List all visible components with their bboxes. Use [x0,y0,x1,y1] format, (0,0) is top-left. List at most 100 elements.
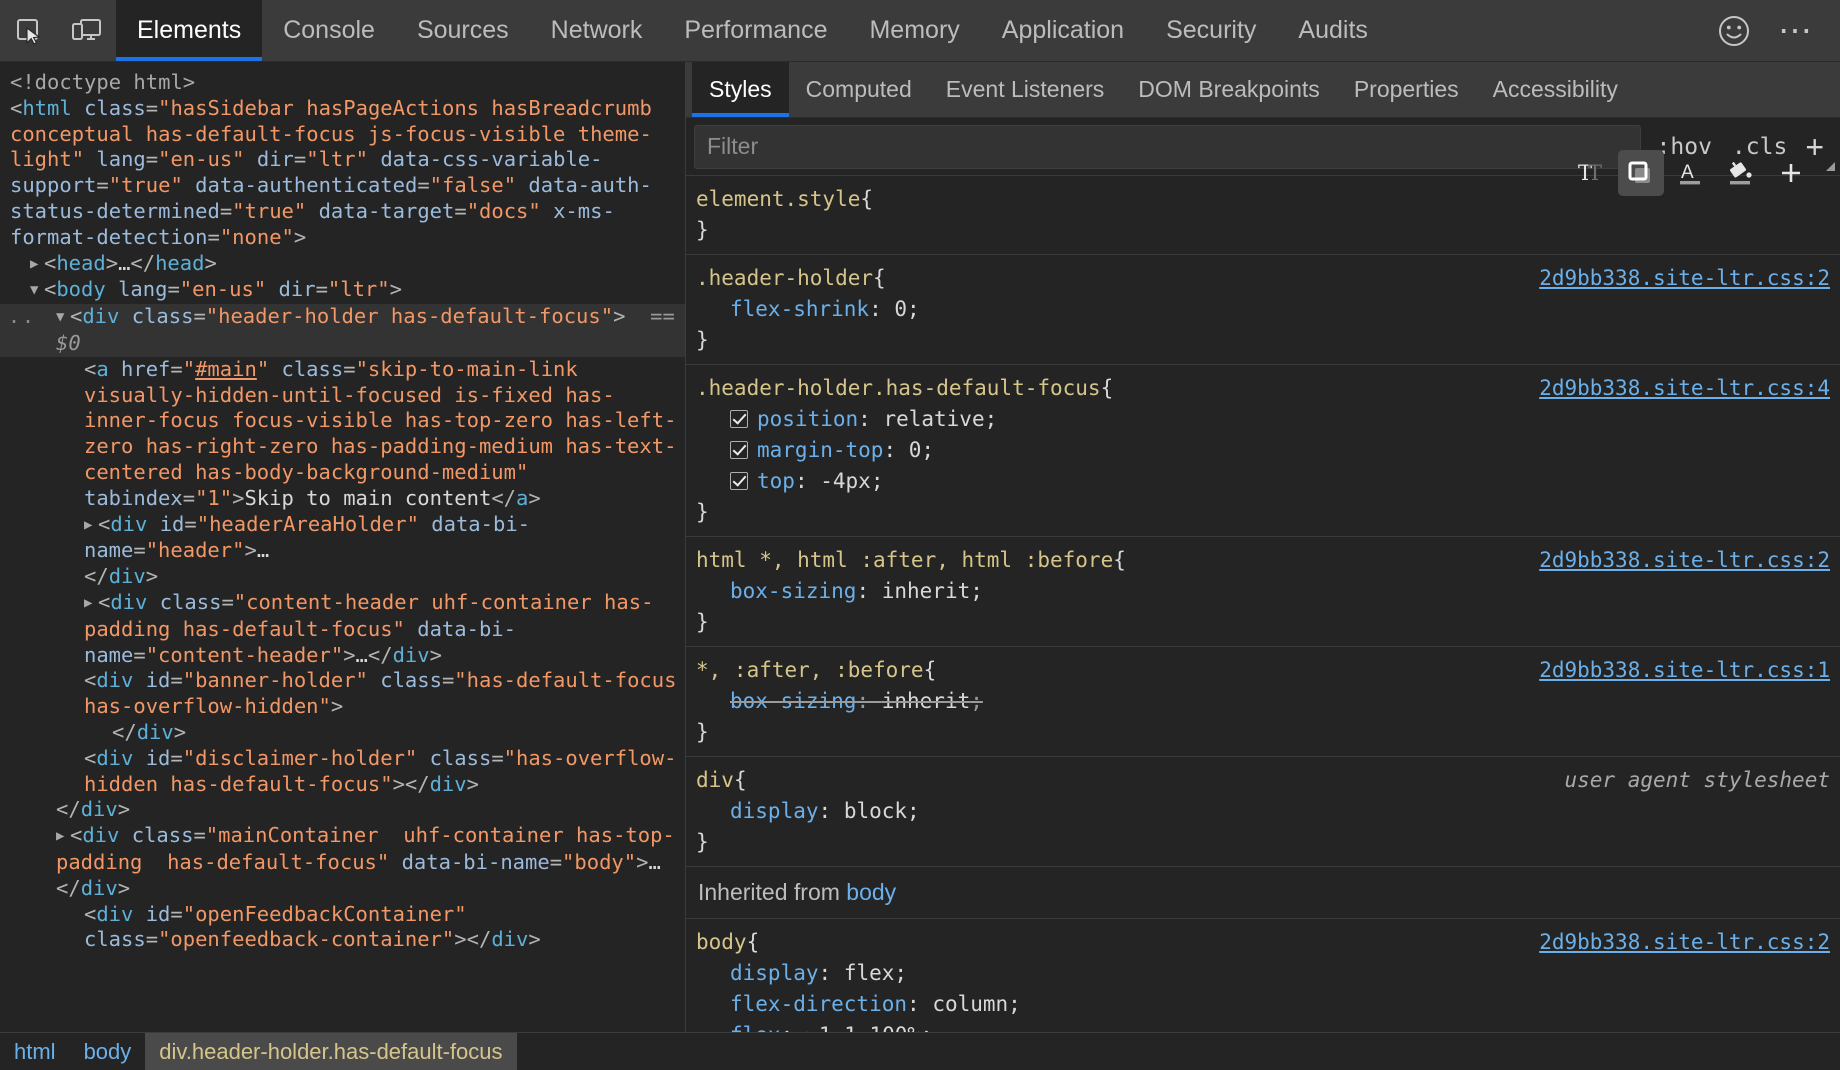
css-property-value[interactable]: column [932,992,1008,1016]
css-declaration[interactable]: box-sizing: inherit; [696,686,1830,717]
css-property-name[interactable]: top [757,469,795,493]
device-toolbar-icon[interactable] [58,0,116,61]
css-selector[interactable]: .header-holder.has-default-focus [696,373,1101,404]
css-property-value[interactable]: -4px [820,469,871,493]
css-selector[interactable]: *, :after, :before [696,655,924,686]
expand-shorthand-arrow-icon[interactable]: ▶ [807,1020,816,1032]
css-selector[interactable]: body [696,927,747,958]
css-rule[interactable]: div {user agent stylesheetdisplay: block… [686,757,1840,867]
dom-node[interactable]: ▶<div id="headerAreaHolder" data-bi-name… [0,512,685,565]
sidebar-tab-accessibility[interactable]: Accessibility [1476,62,1635,117]
expand-arrow-open-icon[interactable]: ▼ [30,278,44,304]
css-rule-origin-link[interactable]: 2d9bb338.site-ltr.css:1 [1539,655,1830,686]
css-property-name[interactable]: display [730,799,819,823]
css-declaration[interactable]: flex-direction: column; [696,989,1830,1020]
dom-node[interactable]: <div id="openFeedbackContainer" class="o… [0,902,685,954]
panel-tab-sources[interactable]: Sources [396,0,530,61]
dom-node[interactable]: </div> [0,797,685,823]
css-property-value[interactable]: 0 [894,297,907,321]
dom-node[interactable]: <div id="banner-holder" class="has-defau… [0,668,685,720]
css-property-name[interactable]: box-sizing [730,579,856,603]
css-declaration-checkbox[interactable] [730,410,748,428]
expand-arrow-closed-icon[interactable]: ▶ [84,513,98,539]
css-property-name[interactable]: flex [730,1023,781,1032]
breadcrumb-item[interactable]: body [70,1033,146,1070]
css-property-name[interactable]: margin-top [757,438,883,462]
sidebar-tab-computed[interactable]: Computed [789,62,929,117]
css-rule[interactable]: body {2d9bb338.site-ltr.css:2display: fl… [686,919,1840,1032]
css-declaration[interactable]: margin-top: 0; [696,435,1830,466]
add-color-icon[interactable]: A [1668,150,1714,196]
expand-arrow-open-icon[interactable]: ▼ [56,305,70,331]
expand-arrow-closed-icon[interactable]: ▶ [56,824,70,850]
css-property-value[interactable]: 0 [909,438,922,462]
add-property-icon[interactable] [1768,150,1814,196]
css-property-name[interactable]: position [757,407,858,431]
panel-tab-memory[interactable]: Memory [848,0,980,61]
dom-node[interactable]: </div> [0,720,685,746]
css-property-value[interactable]: 1 1 100% [819,1023,920,1032]
add-background-color-icon[interactable] [1718,150,1764,196]
css-property-name[interactable]: display [730,961,819,985]
panel-tab-security[interactable]: Security [1145,0,1277,61]
dom-node[interactable]: <!doctype html> [0,70,685,96]
css-rule[interactable]: .header-holder {2d9bb338.site-ltr.css:2f… [686,255,1840,365]
css-selector[interactable]: .header-holder [696,263,873,294]
css-declaration[interactable]: box-sizing: inherit; [696,576,1830,607]
sidebar-tab-event-listeners[interactable]: Event Listeners [929,62,1122,117]
dom-node-selected[interactable]: ..▼<div class="header-holder has-default… [0,304,685,357]
inspect-element-icon[interactable] [0,0,58,61]
css-property-value[interactable]: inherit [882,579,971,603]
panel-tab-application[interactable]: Application [981,0,1145,61]
css-property-value[interactable]: inherit [882,689,971,713]
smiley-feedback-icon[interactable] [1708,5,1760,57]
breadcrumb-item[interactable]: div.header-holder.has-default-focus [145,1033,516,1070]
css-declaration[interactable]: flex: ▶1 1 100%; [696,1020,1830,1032]
panel-tab-performance[interactable]: Performance [663,0,848,61]
dom-node[interactable]: <html class="hasSidebar hasPageActions h… [0,96,685,251]
expand-arrow-closed-icon[interactable]: ▶ [30,252,44,278]
dom-node[interactable]: </div> [0,876,685,902]
css-property-value[interactable]: relative [883,407,984,431]
panel-tab-elements[interactable]: Elements [116,0,262,61]
dom-tree[interactable]: <!doctype html><html class="hasSidebar h… [0,62,685,953]
dom-node[interactable]: <a href="#main" class="skip-to-main-link… [0,357,685,512]
css-declaration[interactable]: display: block; [696,796,1830,827]
css-rule-origin-link[interactable]: 2d9bb338.site-ltr.css:2 [1539,927,1830,958]
css-rule[interactable]: html *, html :after, html :before {2d9bb… [686,537,1840,647]
css-selector[interactable]: div [696,765,734,796]
more-options-icon[interactable]: ⋯ [1770,5,1822,57]
sidebar-tab-styles[interactable]: Styles [692,62,789,117]
css-property-name[interactable]: flex-shrink [730,297,869,321]
css-declaration[interactable]: top: -4px; [696,466,1830,497]
panel-tab-console[interactable]: Console [262,0,396,61]
css-rule[interactable]: *, :after, :before {2d9bb338.site-ltr.cs… [686,647,1840,757]
dom-node[interactable]: ▶<div class="content-header uhf-containe… [0,590,685,668]
css-property-name[interactable]: flex-direction [730,992,907,1016]
dom-node[interactable]: <div id="disclaimer-holder" class="has-o… [0,746,685,798]
css-rule[interactable]: .header-holder.has-default-focus {2d9bb3… [686,365,1840,537]
add-text-shadow-icon[interactable]: T T [1568,150,1614,196]
css-property-value[interactable]: block [844,799,907,823]
css-property-value[interactable]: flex [844,961,895,985]
css-selector[interactable]: element.style [696,184,860,215]
panel-tab-network[interactable]: Network [530,0,664,61]
css-declaration[interactable]: display: flex; [696,958,1830,989]
css-declaration-checkbox[interactable] [730,472,748,490]
css-rule-origin-link[interactable]: 2d9bb338.site-ltr.css:2 [1539,263,1830,294]
css-property-name[interactable]: box-sizing [730,689,856,713]
css-selector[interactable]: html *, html :after, html :before [696,545,1113,576]
breadcrumb-item[interactable]: html [0,1033,70,1070]
expand-arrow-closed-icon[interactable]: ▶ [84,591,98,617]
css-declaration[interactable]: flex-shrink: 0; [696,294,1830,325]
css-rules-list[interactable]: element.style {}.header-holder {2d9bb338… [686,176,1840,1032]
inherited-target-link[interactable]: body [846,879,896,905]
dom-node[interactable]: ▶<head>…</head> [0,251,685,278]
panel-tab-audits[interactable]: Audits [1277,0,1388,61]
css-declaration-checkbox[interactable] [730,441,748,459]
css-rule-origin-link[interactable]: 2d9bb338.site-ltr.css:2 [1539,545,1830,576]
dom-node[interactable]: ▼<body lang="en-us" dir="ltr"> [0,277,685,304]
css-rule-origin-link[interactable]: 2d9bb338.site-ltr.css:4 [1539,373,1830,404]
dom-node[interactable]: </div> [0,564,685,590]
sidebar-tab-dom-breakpoints[interactable]: DOM Breakpoints [1121,62,1337,117]
